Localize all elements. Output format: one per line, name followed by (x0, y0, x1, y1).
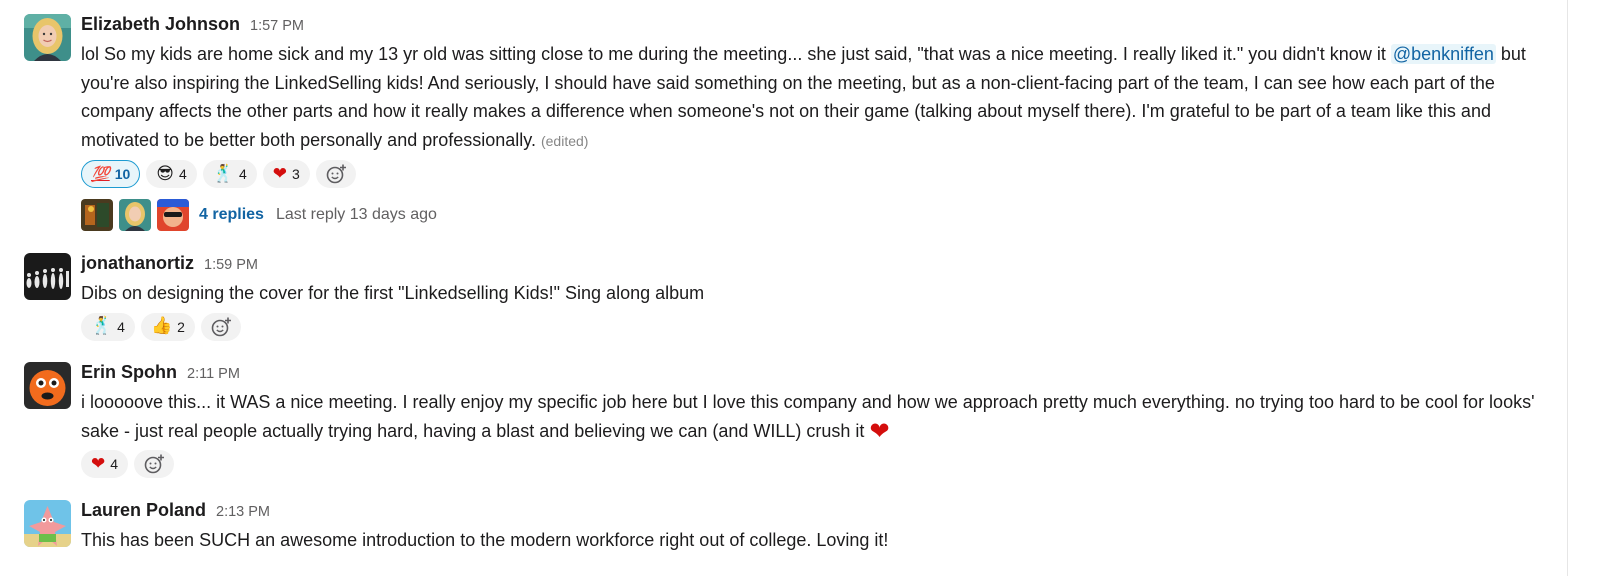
reaction-count: 4 (117, 318, 125, 335)
add-reaction-button[interactable] (200, 312, 241, 341)
reaction-count: 4 (238, 166, 247, 182)
reaction-thumbs-up[interactable]: 👍 2 (140, 312, 195, 341)
author-name[interactable]: Erin Spohn (81, 362, 177, 383)
message-jonathanortiz: jonathanortiz 1:59 PM Dibs on designing … (24, 253, 1564, 342)
reaction-count: 2 (177, 318, 185, 335)
pane-divider (1567, 0, 1568, 576)
reply-count-link[interactable]: 4 replies (199, 206, 264, 224)
message-erin-spohn: Erin Spohn 2:11 PM i looooove this... it… (24, 362, 1564, 479)
reaction-bar: ❤ 4 (81, 449, 1564, 479)
thumbs-up-icon: 👍 (150, 316, 173, 336)
add-reaction-icon (144, 454, 165, 474)
avatar[interactable] (24, 362, 71, 409)
reaction-bar: 🕺 4 👍 2 (81, 312, 1564, 342)
timestamp[interactable]: 2:11 PM (187, 366, 240, 382)
dancing-figure-icon: 🕺 (91, 316, 113, 336)
message-elizabeth-johnson: Elizabeth Johnson 1:57 PM lol So my kids… (24, 14, 1564, 231)
reply-avatar (81, 199, 113, 231)
message-text-part: i looooove this... it WAS a nice meeting… (81, 392, 1535, 441)
reaction-bar: 💯 10 😎 4 🕺 4 ❤ 3 (81, 159, 1564, 189)
reaction-sunglasses[interactable]: 😎 4 (146, 160, 197, 188)
author-name[interactable]: jonathanortiz (81, 253, 194, 274)
dancer-icon: 🕺 (212, 163, 234, 184)
edited-label: (edited) (540, 132, 589, 149)
add-reaction-button[interactable] (134, 450, 175, 478)
add-reaction-button[interactable] (315, 160, 356, 188)
add-reaction-icon (211, 317, 231, 336)
hundred-points-icon: 💯 (91, 166, 110, 183)
add-reaction-icon (326, 164, 346, 184)
avatar[interactable] (24, 14, 71, 61)
avatar-image (24, 362, 71, 409)
avatar-image (24, 14, 71, 61)
reaction-dancing-figure[interactable]: 🕺 4 (81, 312, 135, 341)
reaction-count: 4 (110, 456, 119, 472)
reaction-heart[interactable]: ❤ 4 (81, 450, 129, 478)
user-mention[interactable]: @benkniffen (1390, 44, 1496, 64)
avatar[interactable] (24, 500, 71, 547)
message-text: i looooove this... it WAS a nice meeting… (81, 388, 1564, 445)
message-text-part: lol So my kids are home sick and my 13 y… (81, 44, 1391, 64)
reply-avatar (119, 199, 151, 231)
reaction-dancer[interactable]: 🕺 4 (202, 160, 257, 188)
reaction-hundred-points[interactable]: 💯 10 (81, 160, 141, 188)
reply-avatar (157, 199, 189, 231)
message-text: lol So my kids are home sick and my 13 y… (81, 40, 1564, 155)
red-heart-icon: ❤ (91, 453, 106, 474)
red-heart-icon: ❤ (272, 163, 288, 184)
author-name[interactable]: Elizabeth Johnson (81, 14, 240, 35)
message-text: This has been SUCH an awesome introducti… (81, 530, 889, 550)
sunglasses-face-icon: 😎 (156, 163, 174, 184)
timestamp[interactable]: 2:13 PM (216, 504, 270, 520)
message-lauren-poland: Lauren Poland 2:13 PM This has been SUCH… (24, 500, 1564, 555)
author-name[interactable]: Lauren Poland (81, 500, 206, 521)
avatar-image (24, 500, 71, 547)
avatar-image (24, 253, 71, 300)
last-reply-time: Last reply 13 days ago (275, 206, 437, 223)
reaction-count: 3 (292, 166, 300, 182)
reaction-heart[interactable]: ❤ 3 (262, 160, 310, 188)
timestamp[interactable]: 1:57 PM (250, 18, 304, 34)
avatar[interactable] (24, 253, 71, 300)
reaction-count: 4 (179, 166, 187, 182)
timestamp[interactable]: 1:59 PM (204, 257, 258, 273)
red-heart-icon: ❤ (869, 416, 890, 445)
thread-summary[interactable]: 4 replies Last reply 13 days ago (81, 199, 1564, 231)
message-text: Dibs on designing the cover for the firs… (81, 283, 705, 303)
reaction-count: 10 (114, 166, 131, 182)
